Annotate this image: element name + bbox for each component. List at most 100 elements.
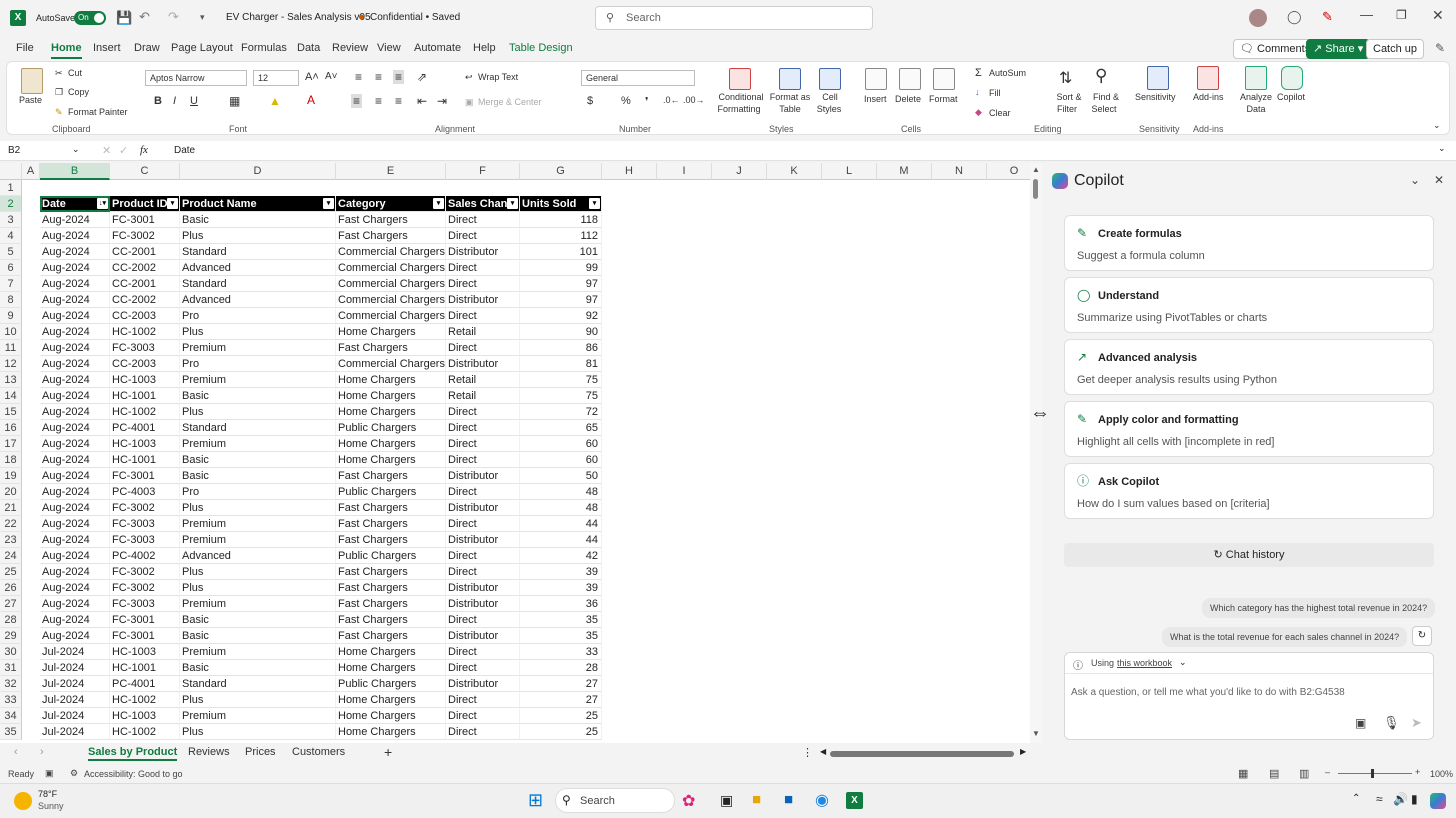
table-cell[interactable]: Aug-2024	[40, 516, 110, 532]
table-cell[interactable]: Jul-2024	[40, 708, 110, 724]
delete-cells-label[interactable]: Delete	[895, 94, 921, 104]
undo-icon[interactable]: ↶	[139, 9, 150, 25]
row-header[interactable]: 23	[0, 532, 22, 548]
copilot-input-box[interactable]: ⓘ Using this workbook ⌄ Ask a question, …	[1064, 652, 1434, 740]
table-cell[interactable]: Public Chargers	[336, 484, 446, 500]
table-cell[interactable]: HC-1001	[110, 388, 180, 404]
store-icon[interactable]: ■	[784, 791, 793, 808]
table-cell[interactable]: 50	[520, 468, 602, 484]
table-cell[interactable]: Premium	[180, 644, 336, 660]
fill-label[interactable]: Fill	[989, 88, 1001, 98]
table-cell[interactable]: Direct	[446, 484, 520, 500]
filter-dropdown-icon[interactable]: ▾	[589, 198, 600, 209]
table-cell[interactable]: CC-2002	[110, 260, 180, 276]
table-cell[interactable]: Premium	[180, 516, 336, 532]
table-cell[interactable]: Direct	[446, 436, 520, 452]
table-cell[interactable]: Jul-2024	[40, 724, 110, 740]
lightbulb-icon[interactable]: ◯	[1287, 9, 1302, 25]
table-cell[interactable]: Distributor	[446, 468, 520, 484]
table-cell[interactable]: 81	[520, 356, 602, 372]
table-cell[interactable]: Premium	[180, 708, 336, 724]
column-header-k[interactable]: K	[767, 163, 822, 180]
table-cell[interactable]: Home Chargers	[336, 324, 446, 340]
table-cell[interactable]: 25	[520, 708, 602, 724]
table-cell[interactable]: Basic	[180, 612, 336, 628]
add-ins-icon[interactable]	[1197, 66, 1219, 90]
row-header[interactable]: 29	[0, 628, 22, 644]
table-cell[interactable]: Standard	[180, 420, 336, 436]
table-cell[interactable]: Aug-2024	[40, 244, 110, 260]
table-cell[interactable]: Aug-2024	[40, 292, 110, 308]
wifi-icon[interactable]: ≈	[1376, 792, 1383, 806]
row-header[interactable]: 7	[0, 276, 22, 292]
table-header-cell[interactable]: Category ▾	[336, 196, 446, 212]
column-header-e[interactable]: E	[336, 163, 446, 180]
decrease-indent-icon[interactable]: ⇤	[417, 94, 427, 108]
row-header[interactable]: 8	[0, 292, 22, 308]
prev-sheet-icon[interactable]: ‹	[14, 746, 18, 758]
edge-icon[interactable]: ◉	[815, 790, 829, 810]
fill-color-icon[interactable]: ▲	[269, 94, 281, 108]
format-cells-icon[interactable]	[933, 68, 955, 90]
paste-label[interactable]: Paste	[19, 95, 42, 105]
table-cell[interactable]: Fast Chargers	[336, 468, 446, 484]
table-cell[interactable]: Aug-2024	[40, 548, 110, 564]
table-cell[interactable]: 48	[520, 484, 602, 500]
table-cell[interactable]: 118	[520, 212, 602, 228]
table-cell[interactable]: Distributor	[446, 628, 520, 644]
sheet-tab-prices[interactable]: Prices	[245, 746, 276, 758]
taskbar-search[interactable]: ⚲ Search	[555, 788, 675, 813]
table-cell[interactable]: Pro	[180, 484, 336, 500]
format-painter-label[interactable]: Format Painter	[68, 107, 128, 117]
table-cell[interactable]: Home Chargers	[336, 724, 446, 740]
row-header[interactable]: 16	[0, 420, 22, 436]
table-cell[interactable]: Home Chargers	[336, 372, 446, 388]
table-cell[interactable]: CC-2002	[110, 292, 180, 308]
zoom-slider-thumb[interactable]	[1371, 769, 1374, 778]
table-cell[interactable]: Home Chargers	[336, 436, 446, 452]
add-sheet-icon[interactable]: +	[384, 744, 392, 760]
tab-review[interactable]: Review	[332, 42, 368, 54]
table-cell[interactable]: 99	[520, 260, 602, 276]
sensitivity-icon[interactable]	[1147, 66, 1169, 90]
table-cell[interactable]: HC-1003	[110, 436, 180, 452]
table-cell[interactable]: HC-1003	[110, 708, 180, 724]
find-select-icon[interactable]: ⚲	[1095, 66, 1107, 86]
row-header[interactable]: 2	[0, 196, 22, 212]
table-cell[interactable]: FC-3002	[110, 500, 180, 516]
macro-record-icon[interactable]: ▣	[45, 768, 54, 779]
table-cell[interactable]: 27	[520, 676, 602, 692]
table-cell[interactable]: 60	[520, 452, 602, 468]
table-cell[interactable]: Aug-2024	[40, 260, 110, 276]
table-cell[interactable]: Plus	[180, 500, 336, 516]
table-cell[interactable]: CC-2001	[110, 244, 180, 260]
table-cell[interactable]: Aug-2024	[40, 388, 110, 404]
table-cell[interactable]: Basic	[180, 452, 336, 468]
align-left-icon[interactable]: ≡	[351, 94, 363, 108]
format-as-table-label-2[interactable]: Table	[767, 104, 813, 114]
zoom-out-icon[interactable]: –	[1325, 767, 1330, 777]
increase-decimal-icon[interactable]: .0←	[663, 95, 680, 105]
comma-icon[interactable]: ❜	[645, 95, 649, 108]
autosave-toggle[interactable]: On	[74, 11, 106, 25]
row-header[interactable]: 3	[0, 212, 22, 228]
table-cell[interactable]: 36	[520, 596, 602, 612]
sheet-tab-customers[interactable]: Customers	[292, 746, 345, 758]
table-cell[interactable]: Aug-2024	[40, 228, 110, 244]
column-header-g[interactable]: G	[520, 163, 602, 180]
row-header[interactable]: 14	[0, 388, 22, 404]
row-header[interactable]: 30	[0, 644, 22, 660]
table-cell[interactable]: Fast Chargers	[336, 516, 446, 532]
table-cell[interactable]: 65	[520, 420, 602, 436]
column-header-b[interactable]: B	[40, 163, 110, 180]
table-cell[interactable]: 90	[520, 324, 602, 340]
scroll-right-icon[interactable]: ▶	[1020, 747, 1026, 756]
bold-icon[interactable]: B	[154, 95, 162, 107]
table-cell[interactable]: 86	[520, 340, 602, 356]
comments-button[interactable]: 🗨 Comments	[1233, 39, 1318, 59]
zoom-level[interactable]: 100%	[1430, 769, 1453, 779]
catch-up-button[interactable]: Catch up	[1366, 39, 1425, 59]
table-cell[interactable]: Home Chargers	[336, 692, 446, 708]
table-cell[interactable]: Aug-2024	[40, 580, 110, 596]
clear-label[interactable]: Clear	[989, 108, 1011, 118]
